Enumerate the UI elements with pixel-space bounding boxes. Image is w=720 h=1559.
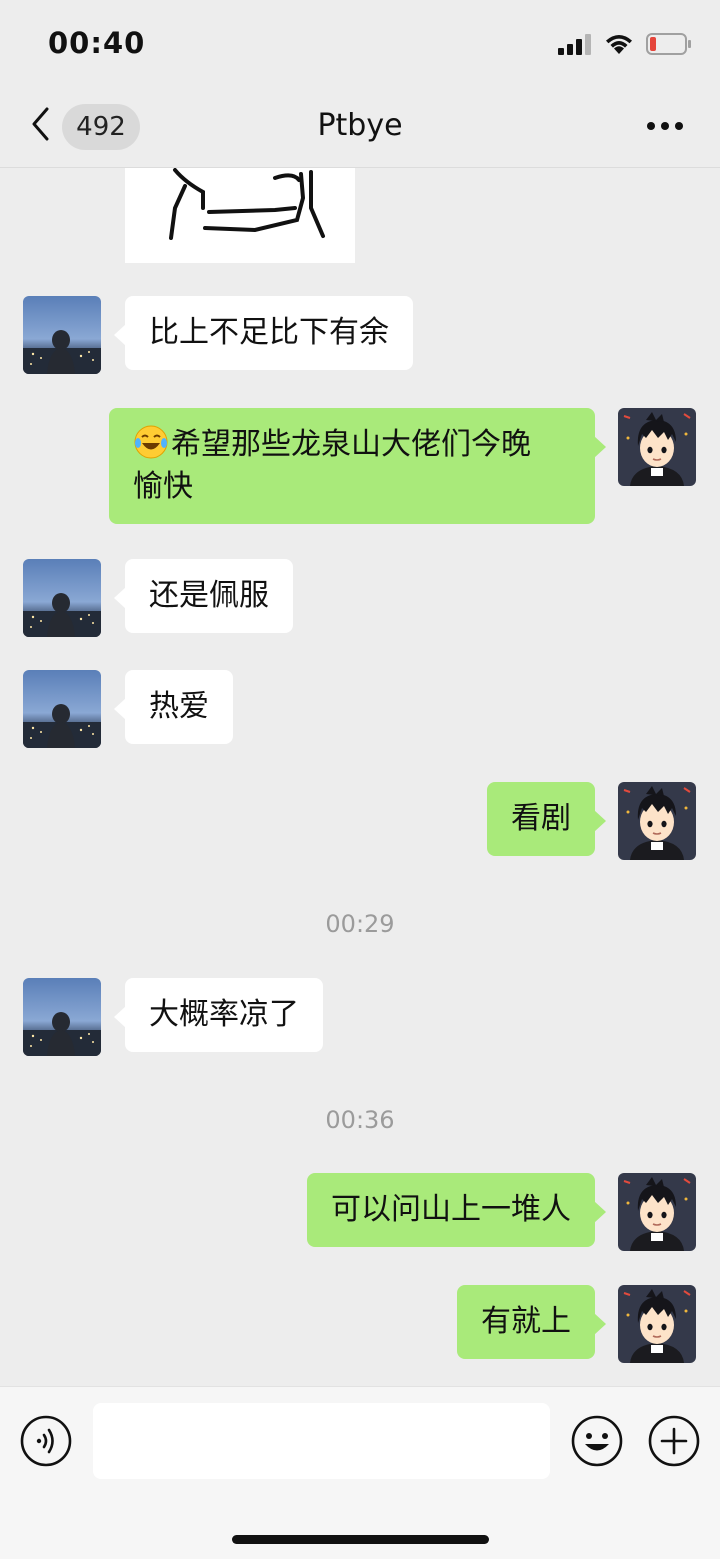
ellipsis-icon: [646, 116, 684, 135]
cellular-signal-icon: [558, 33, 592, 59]
contact-avatar[interactable]: [23, 296, 101, 374]
voice-button[interactable]: [20, 1415, 72, 1467]
timestamp: 00:29: [325, 910, 395, 938]
message-text-line2: 愉快: [133, 469, 193, 504]
battery-low-icon: [646, 32, 692, 60]
message-bubble-incoming[interactable]: 还是佩服: [114, 559, 293, 633]
nav-bar: 492 Ptbye: [0, 88, 720, 168]
self-avatar[interactable]: [618, 782, 696, 860]
message-text: 看剧: [511, 801, 571, 836]
self-avatar[interactable]: [618, 1173, 696, 1251]
emoji-icon: [571, 1415, 623, 1467]
voice-icon: [20, 1415, 72, 1467]
message-text: 希望那些龙泉山大佬们今晚: [171, 427, 531, 462]
wifi-icon: [604, 33, 634, 59]
message-bubble-incoming[interactable]: 热爱: [114, 670, 233, 744]
more-button[interactable]: [646, 110, 686, 140]
home-indicator: [232, 1535, 489, 1544]
contact-avatar[interactable]: [23, 978, 101, 1056]
chat-title: Ptbye: [317, 108, 403, 143]
contact-avatar[interactable]: [23, 670, 101, 748]
message-bubble-outgoing[interactable]: 可以问山上一堆人: [307, 1173, 606, 1247]
status-bar: 00:40: [0, 0, 720, 88]
message-input[interactable]: [93, 1403, 550, 1479]
laughing-tears-emoji-icon: [133, 424, 169, 460]
message-text: 还是佩服: [149, 578, 269, 613]
self-avatar[interactable]: [618, 1285, 696, 1363]
message-bubble-incoming[interactable]: 大概率凉了: [114, 978, 323, 1052]
message-bubble-outgoing[interactable]: 看剧: [487, 782, 606, 856]
message-bubble-incoming[interactable]: 比上不足比下有余: [114, 296, 413, 370]
message-bubble-outgoing[interactable]: 希望那些龙泉山大佬们今晚 愉快: [109, 408, 606, 524]
message-text: 有就上: [481, 1304, 571, 1339]
message-text: 比上不足比下有余: [149, 315, 389, 350]
image-message[interactable]: [125, 168, 355, 263]
sketch-drawing: [169, 168, 325, 240]
message-text: 可以问山上一堆人: [331, 1192, 571, 1227]
status-icons: [558, 32, 692, 60]
plus-icon: [648, 1415, 700, 1467]
chat-messages: 比上不足比下有余 希望那些龙泉山大佬们今晚 愉快 还是佩服 热爱 看剧 00:2…: [0, 168, 720, 1386]
input-bar: [0, 1386, 720, 1559]
message-text: 大概率凉了: [149, 997, 299, 1032]
timestamp: 00:36: [325, 1106, 395, 1134]
message-bubble-outgoing[interactable]: 有就上: [457, 1285, 606, 1359]
status-time: 00:40: [48, 26, 146, 60]
plus-button[interactable]: [648, 1415, 700, 1467]
emoji-button[interactable]: [571, 1415, 623, 1467]
message-text: 热爱: [149, 689, 209, 724]
contact-avatar[interactable]: [23, 559, 101, 637]
self-avatar[interactable]: [618, 408, 696, 486]
